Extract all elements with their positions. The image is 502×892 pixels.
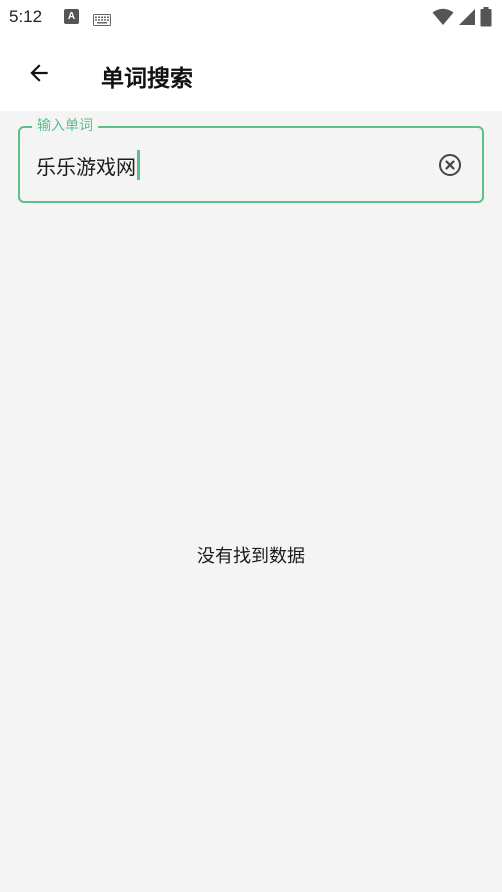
- status-bar: 5:12 A: [0, 0, 502, 36]
- search-input[interactable]: 乐乐游戏网: [36, 150, 140, 180]
- text-caret: [137, 150, 140, 180]
- search-field-label: 输入单词: [32, 117, 98, 135]
- empty-state-message: 没有找到数据: [197, 546, 305, 567]
- search-field[interactable]: 输入单词 乐乐游戏网: [18, 117, 484, 203]
- a-notification-icon: A: [64, 9, 79, 24]
- arrow-left-icon: [30, 64, 48, 82]
- app-bar: 单词搜索: [0, 36, 502, 111]
- signal-icon: [458, 8, 476, 30]
- clear-circle-icon: [439, 154, 461, 176]
- status-time: 5:12: [9, 7, 43, 26]
- back-button[interactable]: [22, 56, 56, 90]
- keyboard-icon: [93, 11, 111, 30]
- search-input-text: 乐乐游戏网: [36, 154, 136, 179]
- clear-button[interactable]: [438, 153, 462, 177]
- battery-icon: [480, 7, 492, 31]
- page-title: 单词搜索: [101, 66, 193, 92]
- wifi-icon: [432, 8, 454, 30]
